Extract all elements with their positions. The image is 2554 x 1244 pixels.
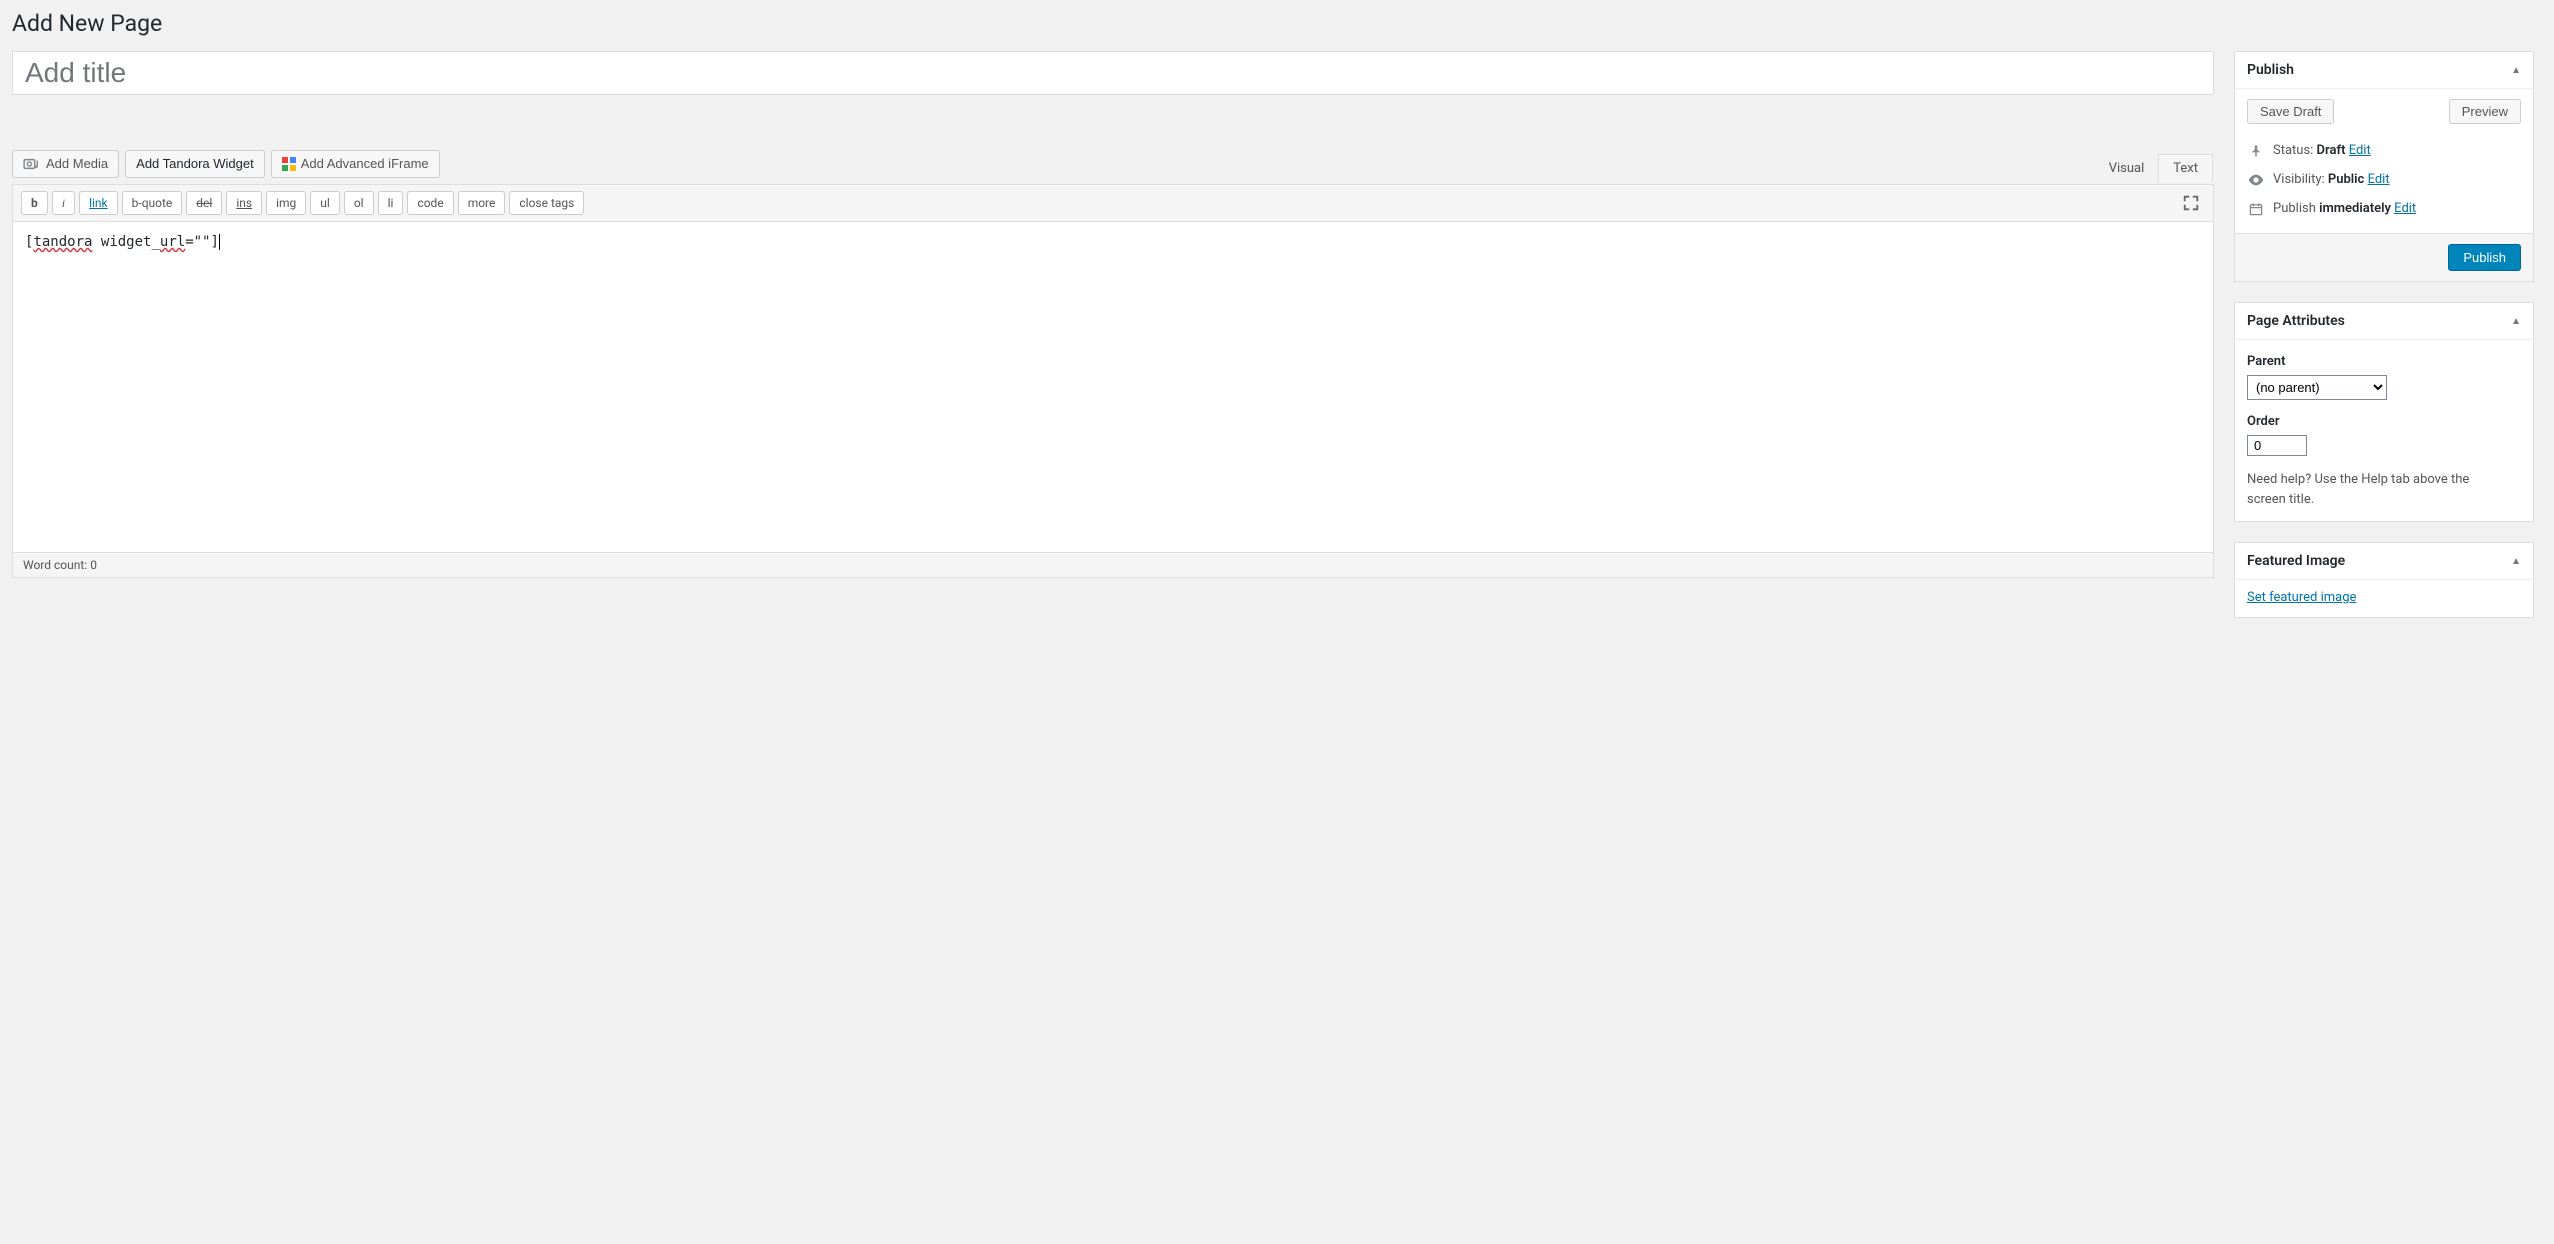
- add-media-button[interactable]: Add Media: [12, 150, 119, 178]
- qt-link[interactable]: link: [79, 191, 118, 215]
- add-advanced-iframe-button[interactable]: Add Advanced iFrame: [271, 150, 440, 178]
- collapse-icon: ▲: [2511, 316, 2521, 327]
- status-edit-link[interactable]: Edit: [2349, 143, 2371, 158]
- preview-button[interactable]: Preview: [2449, 99, 2521, 124]
- quicktags-toolbar: b i link b-quote del ins img ul ol li co…: [13, 185, 2213, 222]
- editor-tabs: Visual Text: [2095, 154, 2213, 182]
- editor-textarea[interactable]: [tandora widget_url=""]: [13, 222, 2213, 552]
- parent-label: Parent: [2247, 354, 2521, 369]
- add-media-label: Add Media: [46, 155, 108, 173]
- text-caret: [219, 234, 220, 250]
- publish-time-value: immediately: [2319, 201, 2391, 216]
- qt-bquote[interactable]: b-quote: [122, 191, 183, 215]
- fullscreen-icon: [2182, 194, 2200, 212]
- visibility-edit-link[interactable]: Edit: [2368, 172, 2390, 187]
- order-input[interactable]: [2247, 435, 2307, 456]
- page-attributes-panel: Page Attributes ▲ Parent (no parent) Ord…: [2234, 302, 2534, 522]
- add-tandora-widget-button[interactable]: Add Tandora Widget: [125, 150, 265, 178]
- add-iframe-label: Add Advanced iFrame: [301, 155, 429, 173]
- qt-del[interactable]: del: [186, 191, 222, 215]
- parent-select[interactable]: (no parent): [2247, 375, 2387, 400]
- tab-text[interactable]: Text: [2158, 154, 2213, 182]
- status-value: Draft: [2317, 143, 2346, 158]
- page-attributes-help: Need help? Use the Help tab above the sc…: [2247, 470, 2507, 509]
- qt-ins[interactable]: ins: [226, 191, 262, 215]
- title-input[interactable]: [25, 55, 2201, 91]
- title-input-wrap: [12, 51, 2214, 95]
- collapse-icon: ▲: [2511, 556, 2521, 567]
- qt-italic[interactable]: i: [52, 191, 75, 215]
- word-count-value: 0: [90, 558, 97, 572]
- publish-button[interactable]: Publish: [2448, 244, 2521, 271]
- publish-time-edit-link[interactable]: Edit: [2394, 201, 2416, 216]
- visibility-label: Visibility:: [2273, 172, 2328, 187]
- tab-visual[interactable]: Visual: [2094, 154, 2160, 182]
- featured-image-header[interactable]: Featured Image ▲: [2235, 543, 2533, 580]
- qt-bold[interactable]: b: [21, 191, 48, 215]
- pin-icon: [2247, 144, 2265, 158]
- page-title: Add New Page: [12, 10, 2534, 37]
- publish-panel: Publish ▲ Save Draft Preview Status: Dra…: [2234, 51, 2534, 282]
- qt-code[interactable]: code: [407, 191, 453, 215]
- collapse-icon: ▲: [2511, 65, 2521, 76]
- qt-ul[interactable]: ul: [310, 191, 340, 215]
- add-tandora-label: Add Tandora Widget: [136, 155, 254, 173]
- editor-box: Visual Text b i link b-quote del ins img…: [12, 184, 2214, 578]
- visibility-row: Visibility: Public Edit: [2247, 165, 2521, 194]
- editor-footer: Word count: 0: [13, 552, 2213, 577]
- grid-icon: [282, 157, 296, 171]
- featured-image-title: Featured Image: [2247, 553, 2345, 569]
- save-draft-button[interactable]: Save Draft: [2247, 99, 2334, 124]
- calendar-icon: [2247, 202, 2265, 216]
- status-row: Status: Draft Edit: [2247, 136, 2521, 165]
- visibility-value: Public: [2328, 172, 2364, 187]
- set-featured-image-link[interactable]: Set featured image: [2247, 590, 2356, 605]
- qt-li[interactable]: li: [378, 191, 404, 215]
- qt-closetags[interactable]: close tags: [509, 191, 584, 215]
- order-label: Order: [2247, 414, 2521, 429]
- status-label: Status:: [2273, 143, 2317, 158]
- eye-icon: [2247, 173, 2265, 187]
- publish-time-row: Publish immediately Edit: [2247, 194, 2521, 223]
- page-attributes-header[interactable]: Page Attributes ▲: [2235, 303, 2533, 340]
- page-attributes-title: Page Attributes: [2247, 313, 2345, 329]
- fullscreen-button[interactable]: [2177, 191, 2205, 215]
- media-buttons-row: Add Media Add Tandora Widget Add Advance…: [12, 150, 2214, 178]
- camera-music-icon: [23, 157, 41, 171]
- qt-img[interactable]: img: [266, 191, 306, 215]
- word-count-label: Word count:: [23, 558, 90, 572]
- publish-panel-header[interactable]: Publish ▲: [2235, 52, 2533, 89]
- qt-more[interactable]: more: [458, 191, 506, 215]
- featured-image-panel: Featured Image ▲ Set featured image: [2234, 542, 2534, 618]
- publish-title: Publish: [2247, 62, 2294, 78]
- publish-time-label: Publish: [2273, 201, 2319, 216]
- qt-ol[interactable]: ol: [344, 191, 374, 215]
